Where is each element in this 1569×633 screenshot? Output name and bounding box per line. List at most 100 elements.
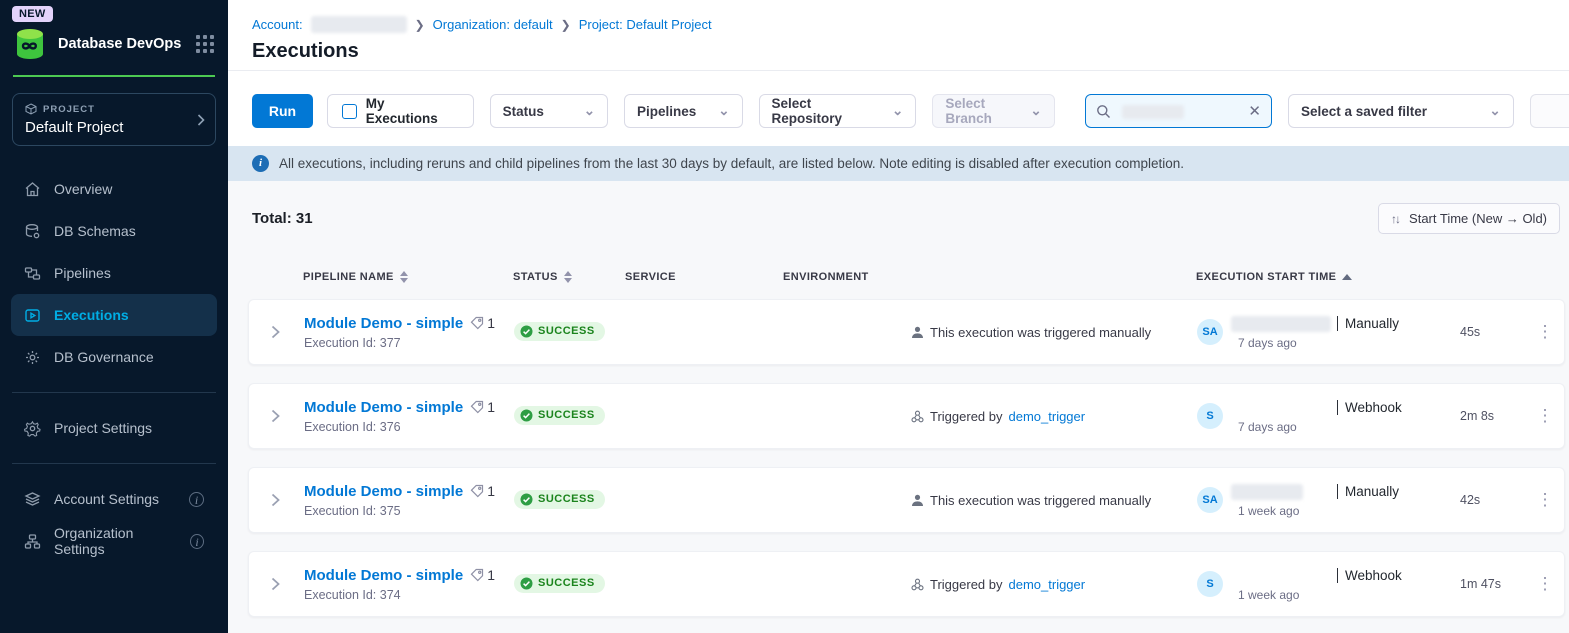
pipelines-dropdown[interactable]: Pipelines ⌄ [624,94,742,128]
tag-icon [470,400,484,414]
brand-underline [13,75,215,77]
row-menu-icon[interactable]: ⋮ [1534,327,1556,337]
run-button[interactable]: Run [252,94,313,128]
main-area: Account: ❯ Organization: default ❯ Proje… [228,0,1569,633]
execution-row[interactable]: Module Demo - simple 1 Execution Id: 377… [248,299,1565,365]
check-circle-icon [520,409,533,422]
header-status[interactable]: STATUS [513,271,625,283]
sidebar-item-db-schemas[interactable]: DB Schemas [11,210,217,252]
brand-name: Database DevOps [58,36,186,52]
trigger-cell: This execution was triggered manually [911,325,1197,340]
filter-button-cutoff[interactable] [1530,94,1569,128]
trigger-mode: Webhook [1337,568,1402,583]
project-selector[interactable]: PROJECT Default Project [12,93,216,146]
executions-list: Total: 31 ↑↓ Start Time (New → Old) PIPE… [228,181,1569,633]
clear-search-icon[interactable]: ✕ [1248,102,1261,120]
time-ago: 1 week ago [1238,504,1460,518]
webhook-icon [911,578,924,591]
page-header: Account: ❯ Organization: default ❯ Proje… [228,0,1569,71]
breadcrumb: Account: ❯ Organization: default ❯ Proje… [252,16,1545,33]
banner-text: All executions, including reruns and chi… [279,156,1184,171]
breadcrumb-organization[interactable]: Organization: default [433,17,553,32]
expand-chevron-icon[interactable] [249,325,304,339]
check-circle-icon [520,577,533,590]
status-dropdown[interactable]: Status ⌄ [490,94,608,128]
repository-dropdown[interactable]: Select Repository ⌄ [759,94,917,128]
execution-row[interactable]: Module Demo - simple 1 Execution Id: 376… [248,383,1565,449]
sort-toggle-icon[interactable] [564,271,572,283]
sidebar-item-pipelines[interactable]: Pipelines [11,252,217,294]
pipeline-name-link[interactable]: Module Demo - simple [304,567,463,584]
row-menu-icon[interactable]: ⋮ [1534,579,1556,589]
status-badge: SUCCESS [514,574,605,593]
project-label: PROJECT [43,104,95,115]
chevron-down-icon: ⌄ [892,103,903,119]
row-menu-icon[interactable]: ⋮ [1534,495,1556,505]
start-time-cell: SA Manually 1 week ago 42s ⋮ [1197,483,1564,518]
execution-row[interactable]: Module Demo - simple 1 Execution Id: 374… [248,551,1565,617]
trigger-mode: Manually [1337,316,1399,331]
expand-chevron-icon[interactable] [249,409,304,423]
breadcrumb-account[interactable]: Account: [252,17,303,32]
governance-gear-icon [24,349,41,366]
trigger-cell: Triggered by demo_trigger [911,409,1197,424]
status-badge: SUCCESS [514,322,605,341]
checkbox-icon[interactable] [342,104,357,119]
sidebar-divider [12,392,216,393]
sidebar-item-db-governance[interactable]: DB Governance [11,336,217,378]
trigger-mode: Manually [1337,484,1399,499]
sort-button[interactable]: ↑↓ Start Time (New → Old) [1378,203,1560,234]
trigger-text: This execution was triggered manually [930,493,1151,508]
tag-count: 1 [487,315,495,331]
my-executions-checkbox[interactable]: My Executions [327,94,474,128]
chevron-down-icon: ⌄ [718,103,729,119]
execution-id: Execution Id: 375 [304,504,514,518]
header-service: SERVICE [625,271,783,283]
table-header: PIPELINE NAME STATUS SERVICE ENVIRONMENT… [248,267,1565,287]
time-ago: 7 days ago [1238,336,1460,350]
trigger-link[interactable]: demo_trigger [1009,577,1086,592]
execution-row[interactable]: Module Demo - simple 1 Execution Id: 375… [248,467,1565,533]
trigger-link[interactable]: demo_trigger [1009,409,1086,424]
sort-asc-icon [1342,274,1352,280]
trigger-cell: Triggered by demo_trigger [911,577,1197,592]
tag-icon [470,568,484,582]
expand-chevron-icon[interactable] [249,493,304,507]
info-icon[interactable]: i [189,492,204,507]
saved-filter-dropdown[interactable]: Select a saved filter ⌄ [1288,94,1514,128]
info-icon: i [252,155,269,172]
avatar: S [1197,403,1223,429]
expand-chevron-icon[interactable] [249,577,304,591]
sort-arrows-icon: ↑↓ [1391,212,1399,226]
chevron-down-icon: ⌄ [1489,103,1500,119]
start-time-cell: S Webhook 1 week ago 1m 47s ⋮ [1197,567,1564,602]
info-banner: i All executions, including reruns and c… [228,146,1569,181]
sidebar-item-organization-settings[interactable]: Organization Settings i [11,520,217,562]
app-grid-icon[interactable] [196,35,214,53]
sidebar-item-project-settings[interactable]: Project Settings [11,407,217,449]
breadcrumb-separator-icon: ❯ [561,18,571,32]
pipeline-name-link[interactable]: Module Demo - simple [304,315,463,332]
pipeline-name-link[interactable]: Module Demo - simple [304,399,463,416]
sidebar-item-account-settings[interactable]: Account Settings i [11,478,217,520]
info-icon[interactable]: i [190,534,204,549]
sidebar-divider [12,463,216,464]
database-devops-logo-icon [12,27,48,61]
pipelines-icon [24,265,41,282]
chevron-right-icon [197,114,205,126]
search-box[interactable]: ✕ [1085,94,1272,128]
sort-toggle-icon[interactable] [400,271,408,283]
sidebar-item-overview[interactable]: Overview [11,168,217,210]
header-pipeline-name[interactable]: PIPELINE NAME [303,271,513,283]
tag-count: 1 [487,483,495,499]
breadcrumb-project[interactable]: Project: Default Project [579,17,712,32]
check-circle-icon [520,493,533,506]
row-menu-icon[interactable]: ⋮ [1534,411,1556,421]
pipeline-name-link[interactable]: Module Demo - simple [304,483,463,500]
executions-icon [24,307,41,324]
duration: 2m 8s [1460,409,1534,423]
header-execution-start-time[interactable]: EXECUTION START TIME [1196,271,1565,283]
tag-count: 1 [487,567,495,583]
toolbar: Run My Executions Status ⌄ Pipelines ⌄ S… [228,71,1569,146]
sidebar-item-executions[interactable]: Executions [11,294,217,336]
